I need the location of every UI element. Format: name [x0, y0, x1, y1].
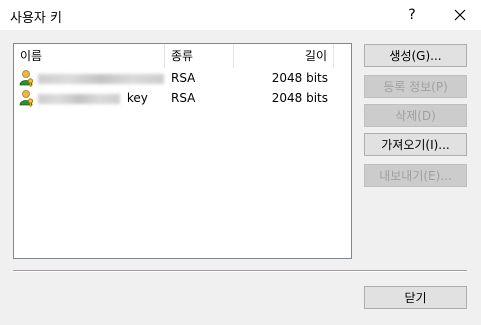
close-button[interactable]: 닫기: [364, 286, 467, 309]
key-name: [38, 68, 164, 88]
list-header: 이름 종류 길이: [14, 44, 351, 68]
help-button[interactable]: ?: [395, 0, 429, 30]
key-type: RSA: [171, 91, 196, 105]
dialog-title: 사용자 키: [10, 11, 62, 26]
key-length: 2048 bits: [271, 91, 328, 105]
close-window-button[interactable]: [443, 0, 477, 30]
list-item[interactable]: key RSA 2048 bits: [14, 88, 351, 108]
column-header-length[interactable]: 길이: [234, 44, 334, 68]
register-info-button[interactable]: 등록 정보(P): [364, 75, 467, 98]
key-type: RSA: [171, 71, 196, 85]
key-name: key: [38, 88, 148, 108]
key-length: 2048 bits: [271, 71, 328, 85]
user-key-list[interactable]: 이름 종류 길이 RSA 2048 bits key RSA 2048 bits: [13, 43, 352, 259]
user-key-icon: [19, 90, 34, 107]
user-key-icon: [19, 70, 34, 87]
list-item[interactable]: RSA 2048 bits: [14, 68, 351, 88]
generate-button[interactable]: 생성(G)...: [364, 44, 467, 67]
column-header-name[interactable]: 이름: [14, 44, 165, 68]
close-icon: [454, 9, 466, 21]
title-bar: 사용자 키 ?: [0, 0, 481, 30]
column-header-type[interactable]: 종류: [165, 44, 234, 68]
export-button[interactable]: 내보내기(E)...: [364, 164, 467, 187]
import-button[interactable]: 가져오기(I)...: [364, 133, 467, 156]
delete-button[interactable]: 삭제(D): [364, 104, 467, 127]
divider: [13, 270, 467, 272]
redacted-name: [38, 73, 164, 84]
redacted-name: [38, 93, 120, 104]
